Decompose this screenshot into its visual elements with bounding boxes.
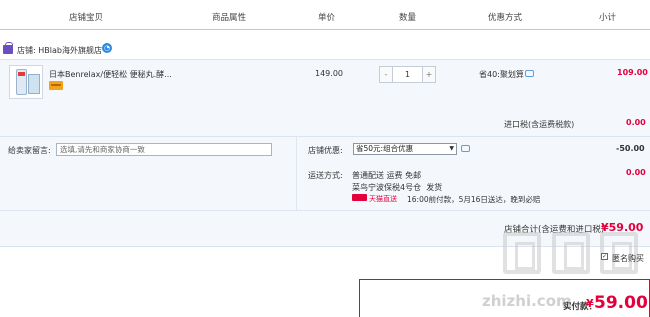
product-title[interactable]: 日本Benrelax/便轻松 便秘丸.酵... — [49, 69, 172, 80]
header-discount: 优惠方式 — [488, 13, 523, 23]
shipping-method: 普通配送 运费 免邮 — [352, 171, 422, 180]
chevron-down-icon: ▼ — [449, 145, 454, 152]
anonymous-label: 匿名购买 — [612, 254, 644, 263]
discount-info-icon[interactable] — [525, 70, 534, 77]
header-attributes: 商品属性 — [212, 13, 247, 23]
shop-name[interactable]: HBlab海外旗舰店 — [38, 46, 102, 55]
product-thumbnail[interactable] — [9, 65, 43, 99]
delivery-schedule: 16:00前付款，5月16日送达，晚到必赔 — [407, 195, 541, 204]
qty-input[interactable]: 1 — [393, 66, 422, 83]
shop-discount-value: -50.00 — [616, 144, 645, 153]
payment-value: 59.00 — [594, 293, 648, 313]
qty-increase-button[interactable]: + — [422, 66, 436, 83]
credit-card-icon — [49, 81, 63, 90]
quantity-stepper: - 1 + — [379, 66, 436, 83]
message-input[interactable]: 选填,请先和商家协商一致 — [56, 143, 272, 156]
watermark-text: zhizhi.com — [482, 292, 572, 310]
qty-decrease-button[interactable]: - — [379, 66, 393, 83]
header-subtotal: 小计 — [599, 13, 617, 23]
product-bottle-image — [16, 69, 27, 95]
import-tax-label: 进口税(含运费税款) — [504, 120, 575, 129]
watermark-glyph — [552, 232, 590, 274]
tmall-direct-label: 天猫直送 — [369, 195, 397, 203]
shop-icon — [3, 42, 13, 54]
item-subtotal: 109.00 — [617, 68, 648, 77]
message-label: 给卖家留言: — [8, 146, 51, 155]
panel-divider — [296, 137, 297, 210]
warehouse-name: 菜鸟宁波保税4号仓 发货 — [352, 183, 443, 192]
shipping-label: 运送方式: — [308, 171, 343, 180]
shop-label: 店铺: HBlab海外旗舰店 — [17, 46, 102, 55]
watermark-glyph — [503, 232, 541, 274]
header-shop-item: 店铺宝贝 — [69, 13, 104, 23]
product-box-image — [28, 74, 40, 94]
tmall-icon — [352, 194, 367, 201]
cart-header: 店铺宝贝 商品属性 单价 数量 优惠方式 小计 — [0, 0, 650, 30]
shop-discount-label: 店铺优惠: — [308, 146, 343, 155]
payment-currency: ¥ — [586, 297, 594, 310]
shipping-fee: 0.00 — [626, 168, 646, 177]
discount-info-icon[interactable] — [461, 145, 470, 152]
header-quantity: 数量 — [399, 13, 417, 23]
header-price: 单价 — [318, 13, 336, 23]
wangwang-chat-icon[interactable]: ◔ — [102, 43, 112, 53]
shop-discount-select[interactable]: 省50元:组合优惠 ▼ — [353, 143, 457, 155]
unit-price: 149.00 — [315, 69, 343, 78]
import-tax-value: 0.00 — [626, 118, 646, 127]
anonymous-checkbox[interactable]: ✓ — [601, 253, 608, 260]
item-discount: 省40:聚划算 — [479, 70, 524, 79]
